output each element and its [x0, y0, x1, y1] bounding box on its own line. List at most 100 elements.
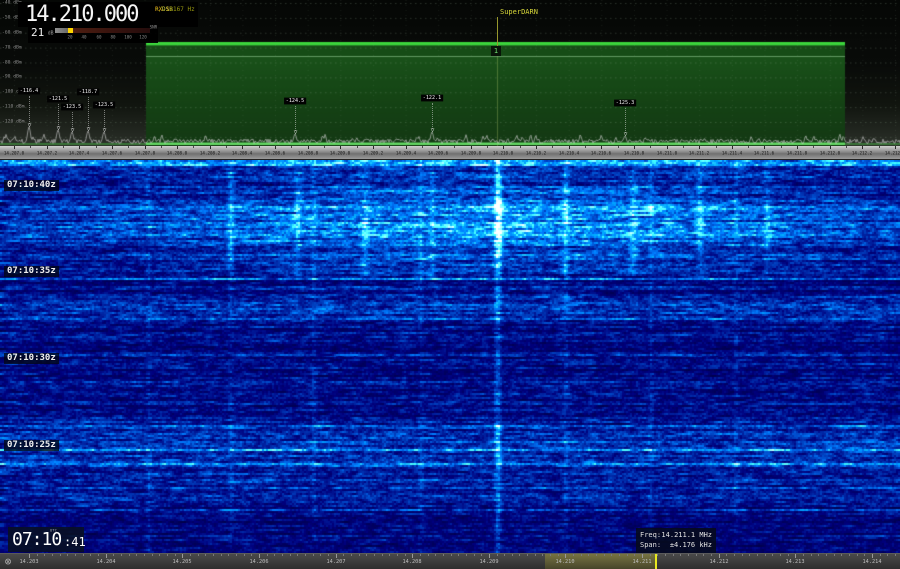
scale-tick: [145, 146, 146, 149]
scale-label: 14.209.6: [428, 151, 448, 156]
scale-tick: [489, 554, 490, 558]
scale-tick-minor: [588, 554, 589, 556]
scale-tick: [79, 146, 80, 149]
scale-tick-minor: [75, 554, 76, 556]
scale-tick-minor: [688, 554, 689, 556]
scale-tick-minor: [129, 554, 130, 556]
scale-tick: [340, 146, 341, 149]
frequency-value[interactable]: 14.210.000: [25, 2, 137, 27]
scale-tick-minor: [849, 554, 850, 556]
scale-tick-minor: [596, 554, 597, 556]
center-rx-marker[interactable]: 1: [491, 46, 501, 56]
waterfall-canvas[interactable]: [0, 160, 900, 553]
scale-tick-minor: [435, 554, 436, 556]
scale-tick: [177, 146, 178, 149]
scale-tick-minor: [466, 554, 467, 556]
scale-label: 14.208.4: [232, 151, 252, 156]
spectrum-panel[interactable]: -40 dBm-50 dBm-60 dBm-70 dBm-80 dBm-90 d…: [0, 0, 900, 146]
scale-tick-minor: [581, 554, 582, 556]
scale-tick-minor: [374, 554, 375, 556]
scale-label: 14.212.0: [820, 151, 840, 156]
peak-marker-triangle: ▽: [431, 128, 435, 134]
frequency-display[interactable]: 14.210.000: [18, 2, 152, 27]
scale-label: 14.212: [709, 558, 728, 564]
meter-tick-label: 60: [96, 35, 101, 40]
scale-tick-minor: [880, 554, 881, 556]
scale-tick-minor: [90, 554, 91, 556]
scale-tick-minor: [359, 554, 360, 556]
scale-tick: [601, 146, 602, 149]
scale-label: 14.209.8: [461, 151, 481, 156]
scale-tick-minor: [780, 554, 781, 556]
scale-tick-minor: [96, 146, 97, 148]
waterfall-timestamp: 07:10:35z: [4, 266, 59, 277]
peak-marker-label: -125.3: [614, 100, 636, 107]
scale-tick-minor: [818, 554, 819, 556]
scale-tick: [14, 146, 15, 149]
scale-tick-minor: [487, 146, 488, 148]
scale-tick-minor: [627, 554, 628, 556]
peak-marker-label: -123.5: [93, 102, 115, 109]
scale-label: 14.211.8: [787, 151, 807, 156]
meter-ticks: 20406080100120: [28, 25, 158, 43]
scale-tick-minor: [213, 554, 214, 556]
meter-tick-label: 20: [67, 35, 72, 40]
scale-tick-minor: [703, 554, 704, 556]
spectrum-frequency-scale[interactable]: 14.207.014.207.214.207.414.207.614.207.8…: [0, 146, 900, 160]
scale-tick-minor: [244, 554, 245, 556]
scale-tick-minor: [813, 146, 814, 148]
peak-marker-line: [432, 103, 433, 129]
scale-tick-minor: [520, 146, 521, 148]
meter-tick-label: 40: [82, 35, 87, 40]
scale-tick-minor: [267, 554, 268, 556]
scale-tick-minor: [846, 146, 847, 148]
scale-tick-minor: [781, 146, 782, 148]
scale-tick: [797, 146, 798, 149]
scale-tick-minor: [420, 554, 421, 556]
scale-tick: [872, 554, 873, 558]
scale-tick-minor: [748, 146, 749, 148]
waterfall-frequency-scale[interactable]: ⊗ 14.20314.20414.20514.20614.20714.20814…: [0, 553, 900, 569]
scale-tick-minor: [297, 554, 298, 556]
scale-label: 14.210.8: [624, 151, 644, 156]
peak-marker-triangle: ▽: [57, 126, 61, 132]
meter-tick-label: 80: [111, 35, 116, 40]
freq-readout-label: Freq:: [640, 530, 661, 540]
meter-tick-label: 120: [139, 35, 147, 40]
scale-tick-minor: [274, 554, 275, 556]
scale-label: 14.209.0: [330, 151, 350, 156]
scale-tick-minor: [803, 554, 804, 556]
scale-label: 14.210.4: [559, 151, 579, 156]
scale-tick-minor: [711, 554, 712, 556]
scale-label: 14.203: [19, 558, 38, 564]
scale-tick-minor: [221, 554, 222, 556]
scale-tick-minor: [550, 554, 551, 556]
scale-tick-minor: [389, 554, 390, 556]
scale-label: 14.214: [862, 558, 881, 564]
sdr-app: -40 dBm-50 dBm-60 dBm-70 dBm-80 dBm-90 d…: [0, 0, 900, 569]
bottom-scale-labels: 14.20314.20414.20514.20614.20714.20814.2…: [0, 554, 900, 569]
scale-tick-minor: [811, 554, 812, 556]
scale-label: 14.205: [173, 558, 192, 564]
scale-tick-minor: [834, 554, 835, 556]
freq-span-readout: Freq: 14.211.1 MHz Span: ±4.176 kHz: [636, 528, 716, 553]
peak-marker-label: -123.5: [61, 104, 83, 111]
scale-tick-minor: [291, 146, 292, 148]
scale-tick: [182, 554, 183, 558]
scale-tick-minor: [552, 146, 553, 148]
scale-label: 14.212.4: [885, 151, 900, 156]
scale-label: 14.207.2: [37, 151, 57, 156]
scale-tick-minor: [228, 554, 229, 556]
scale-label: 14.206: [249, 558, 268, 564]
waterfall-timestamp: 07:10:25z: [4, 440, 59, 451]
scale-label: 14.207: [326, 558, 345, 564]
scale-label: 14.211.6: [754, 151, 774, 156]
scale-tick-minor: [481, 554, 482, 556]
scale-tick-minor: [474, 554, 475, 556]
scale-tick: [830, 146, 831, 149]
scale-tick-minor: [788, 554, 789, 556]
scale-tick: [47, 146, 48, 149]
waterfall-panel[interactable]: 07:10:40z07:10:35z07:10:30z07:10:25z UTC…: [0, 160, 900, 553]
scale-tick-minor: [128, 146, 129, 148]
rx-info-chip[interactable]: RX 1 DSB +/- 2167 Hz: [152, 2, 198, 27]
